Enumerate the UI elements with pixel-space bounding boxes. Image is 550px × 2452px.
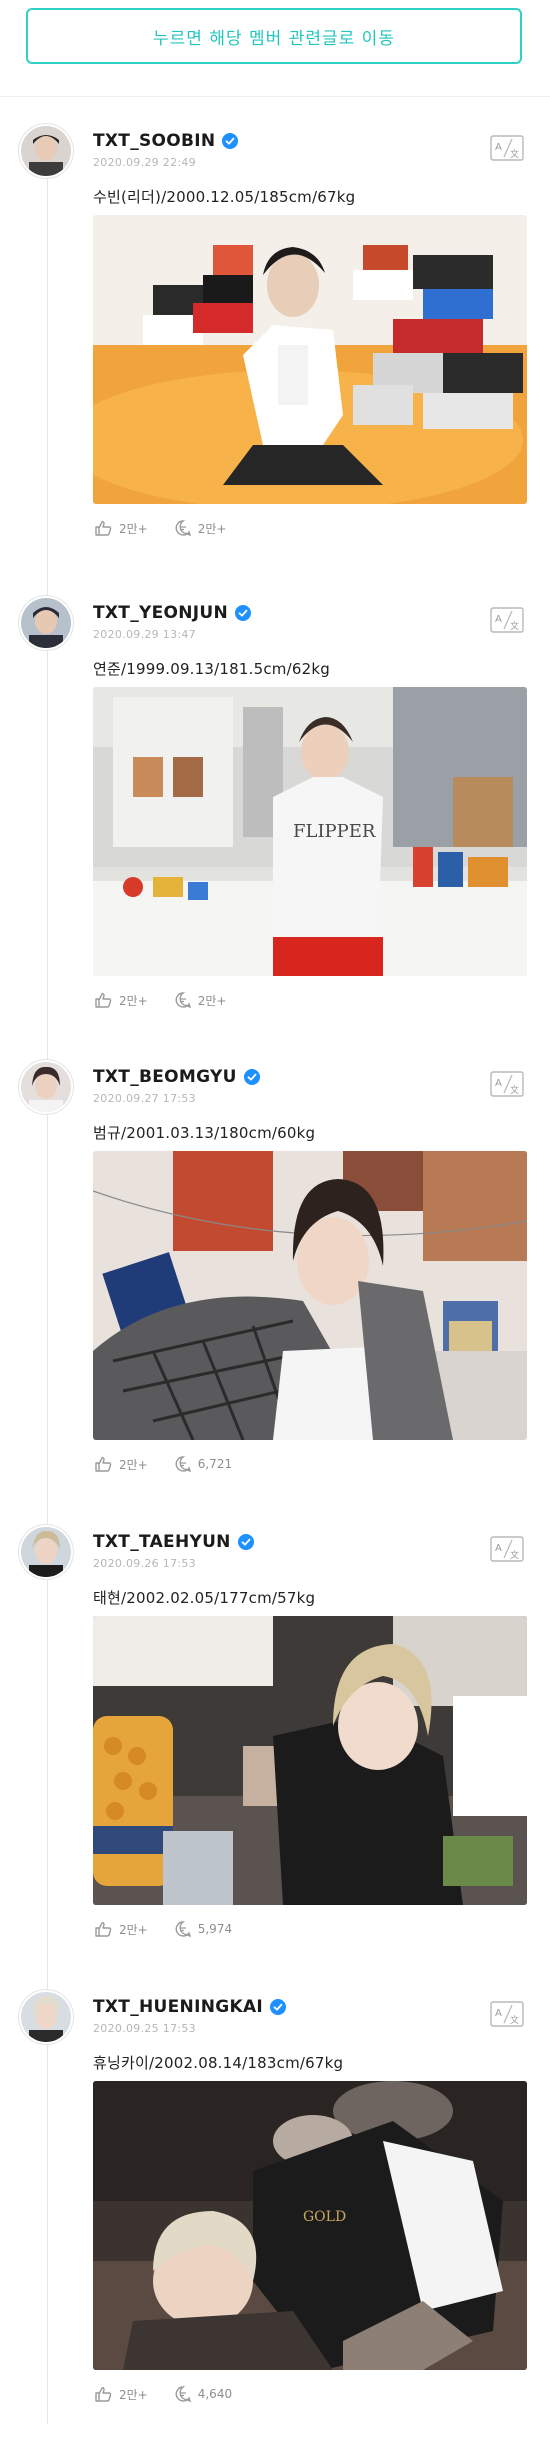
username[interactable]: TXT_TAEHYUN	[93, 1532, 231, 1552]
svg-text:A: A	[495, 2008, 502, 2019]
post-card: TXT_TAEHYUN 2020.09.26 17:53 A 文 태현/2002…	[0, 1527, 550, 1987]
verified-badge-icon	[237, 1534, 254, 1550]
comment-button[interactable]: 2만+	[174, 991, 227, 1009]
like-count: 2만+	[119, 521, 148, 536]
username[interactable]: TXT_HUENINGKAI	[93, 1997, 263, 2017]
svg-text:FLIPPER: FLIPPER	[293, 821, 376, 842]
post-card: TXT_BEOMGYU 2020.09.27 17:53 A 文 범규/2001…	[0, 1062, 550, 1522]
post-caption: 태현/2002.02.05/177cm/57kg	[93, 1589, 316, 1607]
avatar[interactable]	[21, 1992, 71, 2042]
username[interactable]: TXT_BEOMGYU	[93, 1067, 237, 1087]
post-caption: 범규/2001.03.13/180cm/60kg	[93, 1124, 316, 1142]
comment-count: 2만+	[197, 993, 227, 1008]
comment-button[interactable]: 6,721	[174, 1455, 232, 1473]
comment-icon	[175, 520, 191, 537]
like-button[interactable]: 2만+	[93, 519, 148, 537]
comment-icon	[175, 2386, 191, 2403]
comment-count: 2만+	[197, 521, 227, 536]
post-timestamp: 2020.09.25 17:53	[93, 2022, 196, 2035]
like-count: 2만+	[119, 2387, 148, 2402]
post-card: TXT_HUENINGKAI 2020.09.25 17:53 A 文 휴닝카이…	[0, 1992, 550, 2452]
post-timestamp: 2020.09.27 17:53	[93, 1092, 196, 1105]
comment-button[interactable]: 2만+	[174, 519, 227, 537]
svg-text:文: 文	[510, 1084, 519, 1096]
member-navigation-banner[interactable]: 누르면 해당 멤버 관련글로 이동	[26, 8, 522, 64]
verified-badge-icon	[235, 605, 252, 621]
post-photo[interactable]: GOLD	[93, 2081, 527, 2370]
post-card: TXT_YEONJUN 2020.09.29 13:47 A 文 연준/1999…	[0, 598, 550, 1058]
verified-badge-icon	[243, 1069, 260, 1085]
avatar[interactable]	[21, 1062, 71, 1112]
translate-icon[interactable]: A 文	[490, 1071, 524, 1097]
verified-badge-icon	[270, 1999, 287, 2015]
svg-text:A: A	[495, 1543, 502, 1554]
svg-text:A: A	[495, 142, 502, 153]
comment-icon	[175, 992, 191, 1009]
like-icon	[95, 1922, 112, 1937]
post-photo[interactable]: FLIPPER	[93, 687, 527, 976]
post-card: TXT_SOOBIN 2020.09.29 22:49 A 文 수빈(리더)/2…	[0, 126, 550, 586]
like-count: 2만+	[119, 993, 148, 1008]
post-caption: 휴닝카이/2002.08.14/183cm/67kg	[93, 2054, 344, 2072]
comment-button[interactable]: 5,974	[174, 1920, 232, 1938]
like-count: 2만+	[119, 1922, 148, 1937]
svg-text:A: A	[495, 614, 502, 625]
post-timestamp: 2020.09.29 13:47	[93, 628, 196, 641]
like-button[interactable]: 2만+	[93, 2385, 148, 2403]
comment-count: 5,974	[197, 1922, 233, 1936]
svg-text:A: A	[495, 1078, 502, 1089]
like-button[interactable]: 2만+	[93, 1455, 148, 1473]
translate-icon[interactable]: A 文	[490, 1536, 524, 1562]
post-photo[interactable]	[93, 215, 527, 504]
post-timestamp: 2020.09.29 22:49	[93, 156, 196, 169]
comment-icon	[175, 1456, 191, 1473]
comment-button[interactable]: 4,640	[174, 2385, 232, 2403]
like-icon	[95, 521, 112, 536]
svg-text:文: 文	[510, 2014, 519, 2026]
translate-icon[interactable]: A 文	[490, 607, 524, 633]
svg-text:文: 文	[510, 148, 519, 160]
banner-text: 누르면 해당 멤버 관련글로 이동	[153, 28, 395, 49]
username[interactable]: TXT_YEONJUN	[93, 603, 228, 623]
comment-count: 6,721	[197, 1457, 233, 1471]
svg-text:GOLD: GOLD	[303, 2209, 346, 2225]
like-count: 2만+	[119, 1457, 148, 1472]
avatar[interactable]	[21, 1527, 71, 1577]
like-button[interactable]: 2만+	[93, 991, 148, 1009]
comment-count: 4,640	[197, 2387, 233, 2401]
translate-icon[interactable]: A 文	[490, 2001, 524, 2027]
post-caption: 연준/1999.09.13/181.5cm/62kg	[93, 660, 330, 678]
post-caption: 수빈(리더)/2000.12.05/185cm/67kg	[93, 188, 356, 206]
divider	[0, 96, 550, 97]
svg-text:文: 文	[510, 620, 519, 632]
like-icon	[95, 1457, 112, 1472]
verified-badge-icon	[222, 133, 239, 149]
avatar[interactable]	[21, 126, 71, 176]
translate-icon[interactable]: A 文	[490, 135, 524, 161]
like-button[interactable]: 2만+	[93, 1920, 148, 1938]
like-icon	[95, 993, 112, 1008]
username[interactable]: TXT_SOOBIN	[93, 131, 215, 151]
post-timestamp: 2020.09.26 17:53	[93, 1557, 196, 1570]
post-photo[interactable]	[93, 1616, 527, 1905]
avatar[interactable]	[21, 598, 71, 648]
comment-icon	[175, 1921, 191, 1938]
like-icon	[95, 2387, 112, 2402]
svg-text:文: 文	[510, 1549, 519, 1561]
post-photo[interactable]	[93, 1151, 527, 1440]
